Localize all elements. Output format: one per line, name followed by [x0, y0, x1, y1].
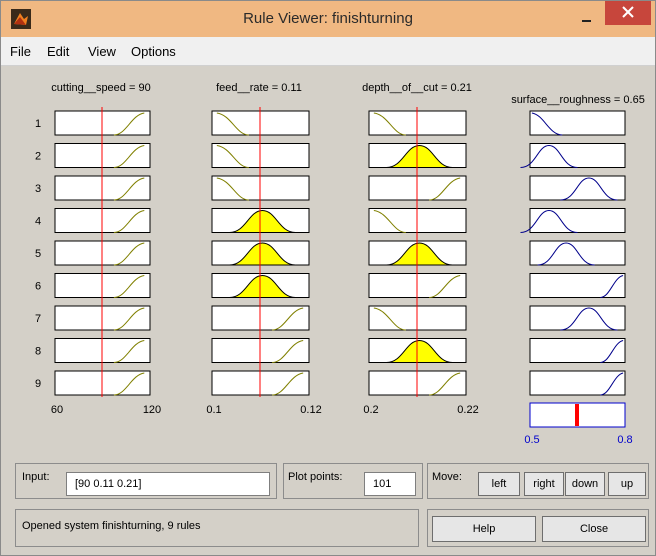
header-depth-of-cut: depth__of__cut = 0.21 — [362, 82, 472, 94]
rule-number-6: 6 — [35, 281, 41, 293]
input-panel: Input: [90 0.11 0.21] — [15, 463, 277, 499]
plot-points-field[interactable]: 101 — [364, 472, 416, 496]
move-up-button[interactable]: up — [608, 472, 646, 496]
help-button[interactable]: Help — [432, 516, 536, 542]
menu-file[interactable]: File — [10, 44, 31, 59]
title-bar: Rule Viewer: finishturning — [1, 1, 655, 37]
input-label: Input: — [22, 471, 50, 483]
rule-plot-area: cutting__speed = 90 feed__rate = 0.11 dept… — [1, 66, 655, 453]
header-surface-roughness: surface__roughness = 0.65 — [511, 94, 645, 106]
rule-number-7: 7 — [35, 313, 41, 325]
rule-number-2: 2 — [35, 151, 41, 163]
plot-points-label: Plot points: — [288, 471, 343, 483]
menu-view[interactable]: View — [88, 44, 116, 59]
header-feed-rate: feed__rate = 0.11 — [216, 82, 302, 94]
action-panel: Help Close — [427, 509, 649, 547]
status-text: Opened system finishturning, 9 rules — [22, 520, 201, 532]
rule-6-output-plot — [529, 273, 626, 298]
menu-options[interactable]: Options — [131, 44, 176, 59]
axis-2-min: 0.1 — [206, 404, 221, 416]
header-cutting-speed: cutting__speed = 90 — [51, 82, 150, 94]
move-down-button[interactable]: down — [565, 472, 605, 496]
rule-8-output-plot — [529, 338, 626, 363]
rule-plots: cutting__speed = 90 feed__rate = 0.11 dept… — [35, 82, 645, 446]
minimize-icon[interactable] — [573, 7, 599, 29]
input-field[interactable]: [90 0.11 0.21] — [66, 472, 270, 496]
axis-3-max: 0.22 — [457, 404, 478, 416]
axis-1-min: 60 — [51, 404, 63, 416]
output-axis-min: 0.5 — [524, 434, 539, 446]
rule-viewer-window: Rule Viewer: finishturning File Edit Vie… — [0, 0, 656, 556]
axis-3-min: 0.2 — [363, 404, 378, 416]
close-button[interactable]: Close — [542, 516, 646, 542]
rule-1-output-plot — [529, 110, 626, 136]
menu-bar: File Edit View Options — [1, 37, 655, 66]
output-value-marker — [575, 404, 579, 426]
axis-2-max: 0.12 — [300, 404, 321, 416]
close-icon[interactable] — [605, 1, 651, 25]
rule-number-9: 9 — [35, 378, 41, 390]
plot-points-panel: Plot points: 101 — [283, 463, 423, 499]
rule-number-5: 5 — [35, 248, 41, 260]
rule-number-4: 4 — [35, 216, 41, 228]
rule-number-3: 3 — [35, 183, 41, 195]
move-left-button[interactable]: left — [478, 472, 520, 496]
rule-number-1: 1 — [35, 118, 41, 130]
rule-5-output-plot — [529, 240, 626, 266]
axis-1-max: 120 — [143, 404, 161, 416]
rule-3-output-plot — [529, 175, 626, 201]
move-panel: Move: left right down up — [427, 463, 649, 499]
rule-9-output-plot — [529, 370, 626, 396]
move-label: Move: — [432, 471, 462, 483]
menu-edit[interactable]: Edit — [47, 44, 69, 59]
rule-number-8: 8 — [35, 346, 41, 358]
window-title: Rule Viewer: finishturning — [243, 10, 413, 27]
output-axis-max: 0.8 — [617, 434, 632, 446]
status-panel: Opened system finishturning, 9 rules — [15, 509, 419, 547]
move-right-button[interactable]: right — [524, 472, 564, 496]
rule-7-output-plot — [529, 305, 626, 331]
